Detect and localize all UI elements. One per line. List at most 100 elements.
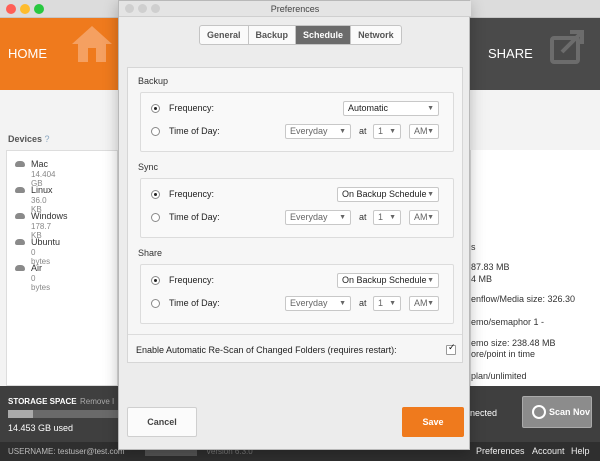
share-section-title: Share (138, 248, 163, 258)
device-name: Windows (31, 211, 68, 221)
storage-label: STORAGE SPACE (8, 397, 77, 406)
select-value: On Backup Schedule (342, 189, 427, 199)
zoom-icon[interactable] (34, 4, 44, 14)
frequency-label: Frequency: (169, 189, 215, 199)
select-value: 1 (378, 298, 384, 308)
backup-ampm-select[interactable]: AM ▼ (409, 124, 439, 139)
sync-day-select[interactable]: Everyday ▼ (285, 210, 351, 225)
scan-now-label: Scan Nov (549, 407, 591, 417)
cloud-icon (15, 265, 25, 271)
dialog-title: Preferences (270, 4, 320, 14)
backup-group: Frequency: Automatic ▼ Time of Day: Ever… (140, 92, 454, 152)
connection-status: nected (470, 408, 498, 418)
at-label: at (359, 298, 367, 308)
details-line: 4 MB (471, 274, 493, 284)
frequency-label: Frequency: (169, 275, 215, 285)
share-icon (550, 30, 584, 64)
backup-hour-select[interactable]: 1 ▼ (373, 124, 401, 139)
remove-link[interactable]: Remove I (80, 397, 114, 406)
share-frequency-select[interactable]: On Backup Schedule ▼ (337, 273, 439, 288)
select-value: AM (414, 212, 428, 222)
details-line: enflow/Media size: 326.30 (471, 294, 576, 304)
house-icon (72, 26, 112, 62)
backup-frequency-select[interactable]: Automatic ▼ (343, 101, 439, 116)
home-tab[interactable]: HOME (0, 18, 118, 90)
device-name: Mac (31, 159, 49, 169)
select-value: Automatic (348, 103, 389, 113)
tab-general[interactable]: General (200, 26, 249, 44)
details-line: plan/unlimited (471, 371, 527, 381)
backup-frequency-radio[interactable] (151, 104, 160, 113)
tab-backup[interactable]: Backup (249, 26, 297, 44)
chevron-down-icon: ▼ (427, 214, 434, 221)
close-icon[interactable] (125, 4, 134, 13)
details-line: ore/point in time (471, 349, 536, 359)
rescan-label: Enable Automatic Re-Scan of Changed Fold… (136, 345, 397, 355)
details-line: emo size: 238.48 MB (471, 338, 556, 348)
check-circle-icon (532, 405, 546, 419)
home-tab-label: HOME (8, 46, 47, 61)
share-ampm-select[interactable]: AM ▼ (409, 296, 439, 311)
preferences-dialog: Preferences General Backup Schedule Netw… (118, 0, 471, 450)
rescan-row: Enable Automatic Re-Scan of Changed Fold… (128, 334, 462, 362)
share-frequency-radio[interactable] (151, 276, 160, 285)
storage-bar-fill (8, 410, 33, 418)
cancel-button[interactable]: Cancel (127, 407, 197, 437)
backup-day-select[interactable]: Everyday ▼ (285, 124, 351, 139)
devices-title: Devices ? (8, 134, 50, 144)
sync-frequency-select[interactable]: On Backup Schedule ▼ (337, 187, 439, 202)
save-button[interactable]: Save (402, 407, 464, 437)
tab-schedule[interactable]: Schedule (296, 26, 352, 44)
select-value: Everyday (290, 126, 328, 136)
zoom-icon[interactable] (151, 4, 160, 13)
backup-section-title: Backup (138, 76, 169, 86)
share-tab-label: SHARE (488, 46, 533, 61)
details-line: emo/semaphor 1 - (471, 317, 545, 327)
select-value: On Backup Schedule (342, 275, 427, 285)
close-icon[interactable] (6, 4, 16, 14)
cloud-icon (15, 213, 25, 219)
at-label: at (359, 212, 367, 222)
help-icon[interactable]: ? (45, 134, 50, 144)
time-of-day-label: Time of Day: (169, 212, 220, 222)
devices-title-text: Devices (8, 134, 43, 144)
share-time-radio[interactable] (151, 299, 160, 308)
sync-time-radio[interactable] (151, 213, 160, 222)
account-link[interactable]: Account (532, 446, 565, 456)
select-value: Everyday (290, 298, 328, 308)
sync-ampm-select[interactable]: AM ▼ (409, 210, 439, 225)
storage-bar (8, 410, 120, 418)
share-day-select[interactable]: Everyday ▼ (285, 296, 351, 311)
cloud-icon (15, 187, 25, 193)
details-line: 87.83 MB (471, 262, 510, 272)
scan-now-button[interactable]: Scan Nov (522, 396, 592, 428)
tab-network[interactable]: Network (351, 26, 401, 44)
at-label: at (359, 126, 367, 136)
minimize-icon[interactable] (138, 4, 147, 13)
chevron-down-icon: ▼ (427, 191, 434, 198)
chevron-down-icon: ▼ (427, 128, 434, 135)
share-hour-select[interactable]: 1 ▼ (373, 296, 401, 311)
select-value: 1 (378, 212, 384, 222)
chevron-down-icon: ▼ (427, 105, 434, 112)
sync-hour-select[interactable]: 1 ▼ (373, 210, 401, 225)
chevron-down-icon: ▼ (389, 128, 396, 135)
device-name: Air (31, 263, 42, 273)
backup-time-radio[interactable] (151, 127, 160, 136)
sync-frequency-radio[interactable] (151, 190, 160, 199)
preferences-tabs: General Backup Schedule Network (199, 25, 402, 45)
details-panel: s 87.83 MB 4 MB enflow/Media size: 326.3… (470, 150, 600, 386)
chevron-down-icon: ▼ (427, 300, 434, 307)
device-name: Linux (31, 185, 53, 195)
rescan-checkbox[interactable] (446, 343, 456, 355)
chevron-down-icon: ▼ (389, 214, 396, 221)
dialog-titlebar: Preferences (119, 1, 471, 17)
help-link[interactable]: Help (571, 446, 590, 456)
preferences-link[interactable]: Preferences (476, 446, 525, 456)
chevron-down-icon: ▼ (339, 300, 346, 307)
chevron-down-icon: ▼ (339, 214, 346, 221)
chevron-down-icon: ▼ (389, 300, 396, 307)
cloud-icon (15, 161, 25, 167)
minimize-icon[interactable] (20, 4, 30, 14)
select-value: Everyday (290, 212, 328, 222)
